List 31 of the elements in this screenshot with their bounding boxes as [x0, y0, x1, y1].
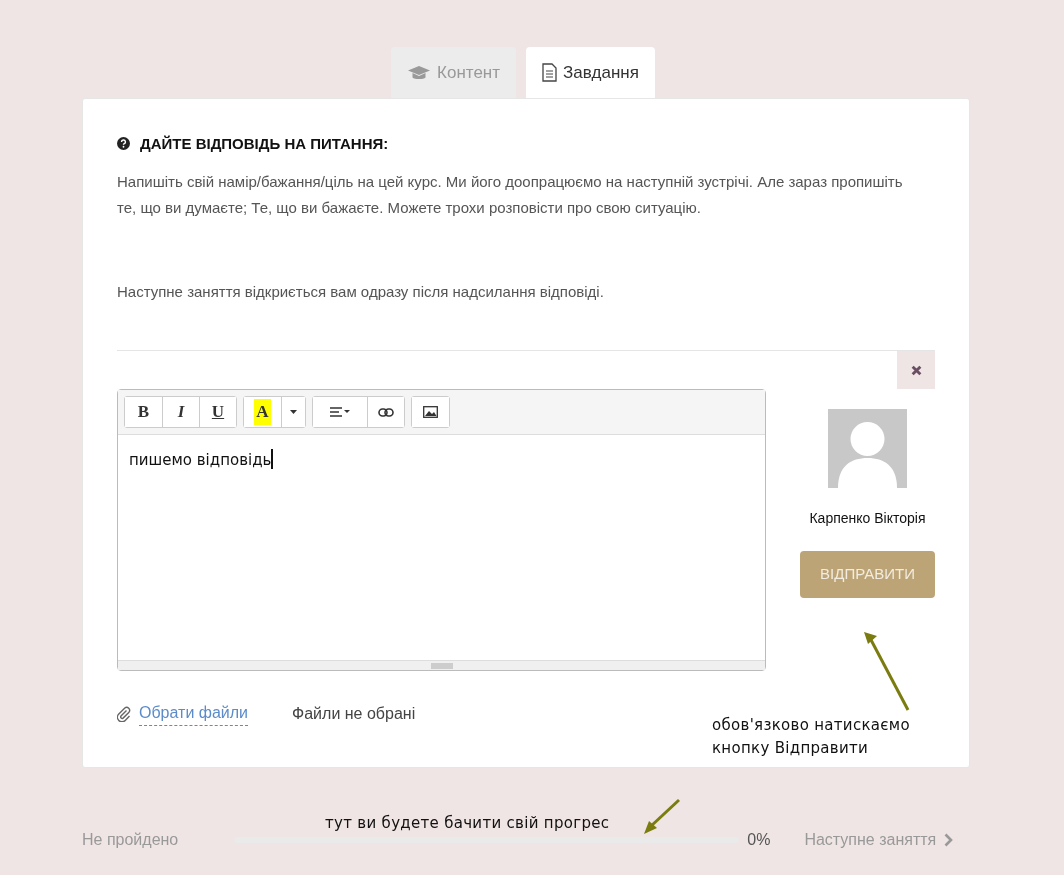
- graduation-cap-icon: [407, 64, 432, 81]
- question-icon: [117, 137, 130, 151]
- instruction-text: Напишіть свій намір/бажання/ціль на цей курс. Ми його доопрацюємо на наступній зустрічі. Але зараз пропишіть те, що ви думаєте; Те, що ви бажаєте. Можете трохи розповісти про свою ситуацію.: [117, 172, 904, 218]
- progress-percent: 0%: [747, 829, 771, 850]
- file-status: Файли не обрані: [292, 703, 416, 724]
- completion-status: Не пройдено: [82, 829, 179, 850]
- align-icon: [330, 407, 350, 417]
- text-editor[interactable]: B I U A пишемо відповідь: [117, 389, 766, 671]
- text-cursor: [271, 449, 274, 469]
- user-name: Карпенко Вікторія: [809, 509, 926, 528]
- choose-files-link[interactable]: Обрати файли: [139, 701, 249, 726]
- chevron-right-icon: [944, 832, 954, 847]
- document-icon: [542, 63, 558, 83]
- link-icon: [378, 407, 394, 417]
- paperclip-icon: [117, 705, 131, 722]
- caret-icon: [290, 410, 297, 414]
- close-icon: [910, 364, 922, 376]
- annotation-note: тут ви будете бачити свій прогрес: [325, 813, 611, 834]
- tab[interactable]: Завдання: [526, 47, 655, 98]
- close-button[interactable]: [897, 351, 935, 389]
- image-button[interactable]: [412, 397, 449, 427]
- image-icon: [423, 406, 438, 418]
- color-dropdown-button[interactable]: [281, 397, 305, 427]
- link-button[interactable]: [367, 397, 404, 427]
- answer-text: пишемо відповідь: [129, 451, 272, 469]
- instruction-text: Наступне заняття відкриється вам одразу після надсилання відповіді.: [117, 282, 605, 302]
- question-heading: ДАЙТЕ ВІДПОВІДЬ НА ПИТАННЯ:: [140, 133, 389, 154]
- resize-handle[interactable]: [430, 662, 453, 669]
- annotation-arrow: [644, 798, 681, 834]
- underline-button[interactable]: U: [199, 397, 236, 427]
- annotation-note: обов'язково натискаємо кнопку Відправити: [712, 715, 911, 759]
